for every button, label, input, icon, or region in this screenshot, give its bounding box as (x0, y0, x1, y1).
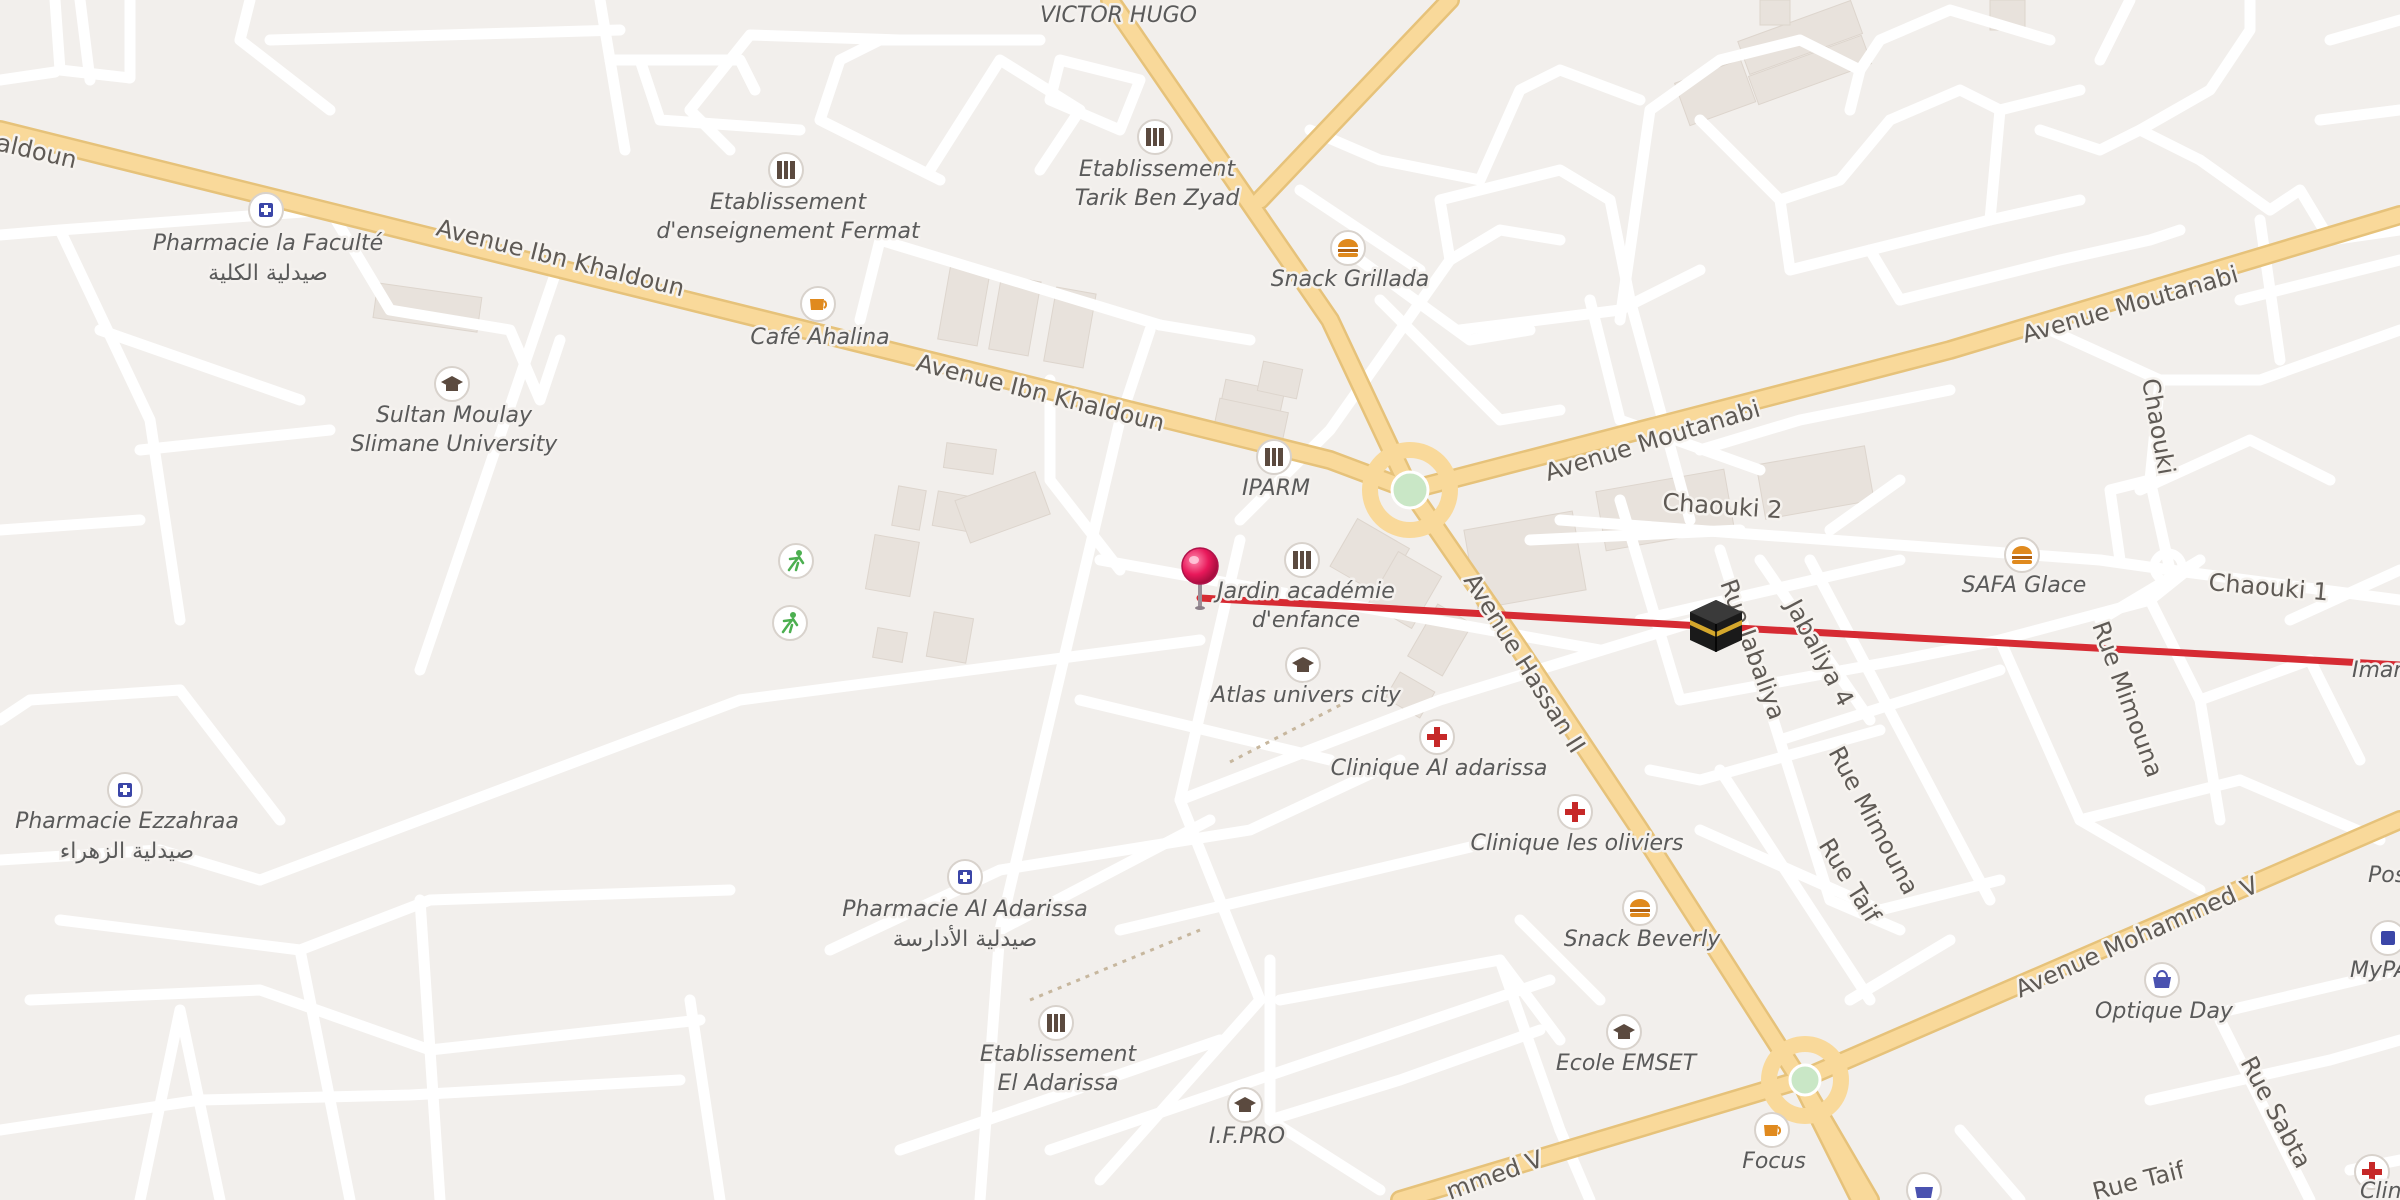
cafe-icon[interactable] (1754, 1112, 1790, 1148)
pharmacy-icon[interactable] (107, 772, 143, 808)
fast-food-icon[interactable] (1330, 230, 1366, 266)
poi-label-el-adarissa: El Adarissa (997, 1071, 1118, 1096)
school-icon[interactable] (1284, 542, 1320, 578)
poi-label-ifpro: I.F.PRO (1209, 1124, 1285, 1149)
pharmacy-icon[interactable] (2370, 920, 2400, 956)
poi-label-pharmacie-faculte: Pharmacie la Faculté (153, 231, 383, 256)
university-icon[interactable] (1285, 647, 1321, 683)
pharmacy-icon[interactable] (248, 192, 284, 228)
fast-food-icon[interactable] (2004, 537, 2040, 573)
poi-label-jardin: d'enfance (1252, 608, 1360, 633)
poi-label-cafe-ahalina: Café Ahalina (750, 325, 889, 350)
cafe-icon[interactable] (800, 286, 836, 322)
poi-label-fermat: d'enseignement Fermat (656, 219, 921, 244)
school-icon[interactable] (1256, 439, 1292, 475)
pharmacy-icon[interactable] (947, 859, 983, 895)
poi-label-mypa-edge: MyPA (2350, 958, 2400, 983)
sport-icon[interactable] (772, 605, 808, 641)
poi-label-snack-grillada: Snack Grillada (1271, 267, 1430, 292)
university-icon[interactable] (434, 366, 470, 402)
poi-label-iparm: IPARM (1242, 476, 1310, 501)
poi-label-pharmacie-ezzahraa: Pharmacie Ezzahraa (15, 809, 239, 834)
poi-label-clinic-edge: Clini (2360, 1179, 2400, 1200)
university-icon[interactable] (1227, 1087, 1263, 1123)
hospital-icon[interactable] (1419, 719, 1455, 755)
poi-label-snack-beverly: Snack Beverly (1564, 927, 1722, 952)
poi-label-sultan: Sultan Moulay (376, 403, 533, 428)
fast-food-icon[interactable] (1622, 890, 1658, 926)
poi-label-pharmacie-faculte-arabic: صيدلية الكلية (208, 261, 328, 286)
hospital-icon[interactable] (1557, 794, 1593, 830)
poi-label-pharmacie-adarissa-arabic: صيدلية الأدارسة (893, 925, 1037, 952)
poi-label-post-edge: Pos (2368, 863, 2400, 888)
poi-label-pharmacie-ezzahraa-arabic: صيدلية الزهراء (60, 839, 194, 864)
poi-label-tarik: Tarik Ben Zyad (1075, 186, 1241, 211)
poi-label-tarik: Etablissement (1079, 157, 1237, 182)
poi-label-sultan: Slimane University (351, 432, 559, 457)
school-icon[interactable] (1038, 1005, 1074, 1041)
poi-label-el-adarissa: Etablissement (980, 1042, 1138, 1067)
map-canvas[interactable]: aldoun Avenue Ibn Khaldoun Avenue Ibn Kh… (0, 0, 2400, 1200)
poi-label-clinique-adarissa: Clinique Al adarissa (1331, 756, 1548, 781)
poi-label-safa: SAFA Glace (1962, 573, 2087, 598)
poi-label-clinique-oliviers: Clinique les oliviers (1470, 831, 1683, 856)
poi-label-jardin: Jardin académie (1213, 579, 1395, 604)
street-label-imam-edge: Imam (2352, 658, 2400, 683)
poi-label-fermat: Etablissement (710, 190, 868, 215)
university-icon[interactable] (1606, 1014, 1642, 1050)
sport-icon[interactable] (778, 543, 814, 579)
school-icon[interactable] (1137, 119, 1173, 155)
poi-label-focus: Focus (1742, 1149, 1806, 1174)
poi-label-atlas: Atlas univers city (1209, 683, 1402, 708)
poi-label-pharmacie-adarissa: Pharmacie Al Adarissa (842, 897, 1088, 922)
street-label-victor-hugo: VICTOR HUGO (1040, 3, 1197, 28)
poi-label-optique-day: Optique Day (2095, 999, 2234, 1024)
poi-label-emset: Ecole EMSET (1556, 1051, 1698, 1076)
shop-icon[interactable] (2144, 962, 2180, 998)
shop-icon[interactable] (1906, 1172, 1942, 1200)
school-icon[interactable] (768, 152, 804, 188)
